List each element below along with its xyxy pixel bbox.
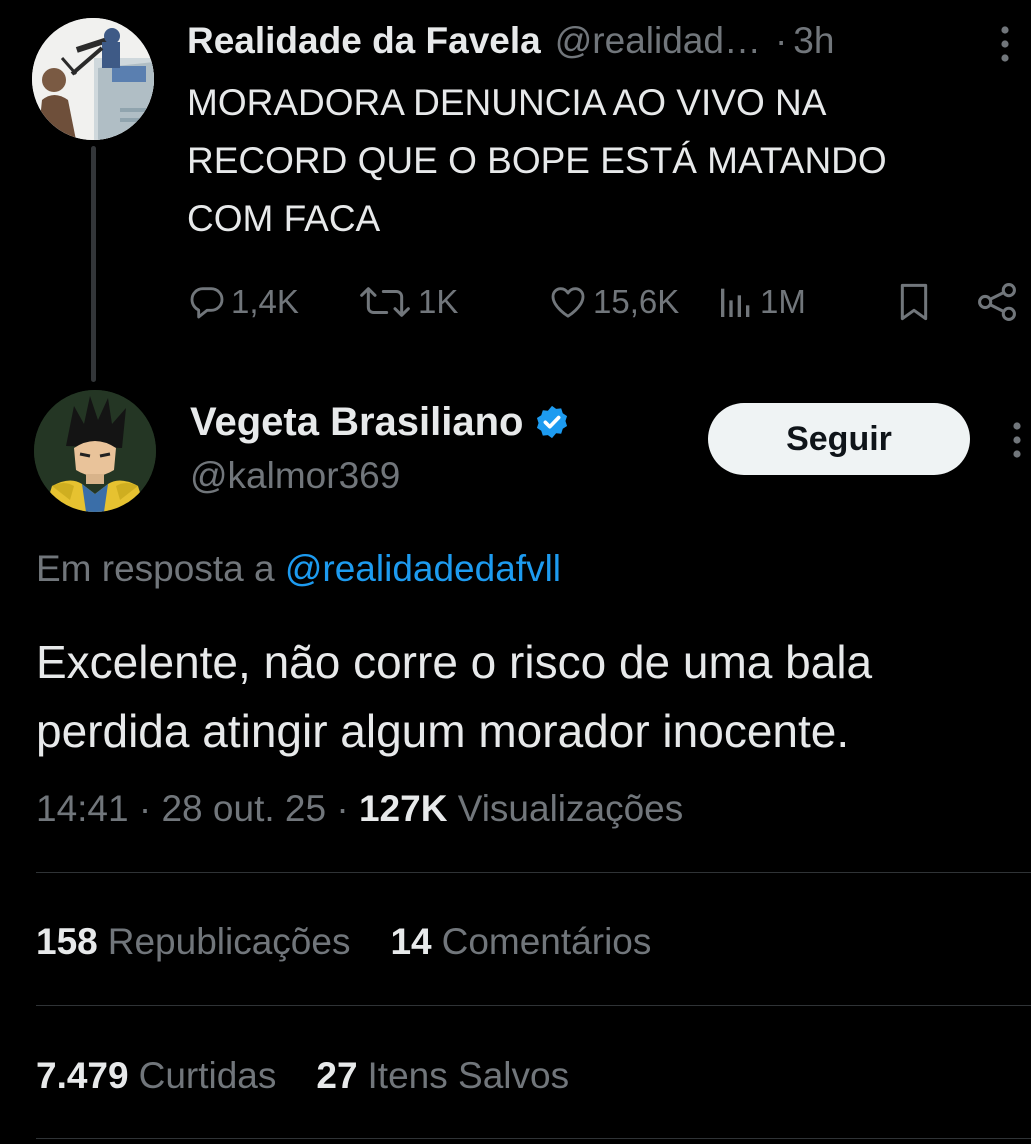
thread-connector-line bbox=[91, 146, 96, 382]
like-action-button[interactable]: 15,6K bbox=[547, 280, 679, 324]
reply-text-line-1: Excelente, não corre o risco de uma bala bbox=[36, 636, 873, 688]
reply-bubble-icon bbox=[190, 287, 224, 319]
meta-separator: · bbox=[326, 788, 359, 829]
like-count: 15,6K bbox=[593, 283, 680, 320]
comments-stat-label[interactable]: Comentários bbox=[442, 917, 652, 967]
reposts-stat-count[interactable]: 158 bbox=[36, 917, 98, 967]
tweet-views-label[interactable]: Visualizações bbox=[458, 788, 684, 829]
reply-author-handle[interactable]: @kalmor369 bbox=[190, 451, 400, 501]
share-icon bbox=[978, 283, 1016, 321]
parent-tweet-text: MORADORA DENUNCIA AO VIVO NA RECORD QUE … bbox=[187, 82, 887, 239]
tweet-date[interactable]: 28 out. 25 bbox=[161, 788, 326, 829]
divider bbox=[36, 1005, 1031, 1006]
reposts-stat-label[interactable]: Republicações bbox=[108, 917, 351, 967]
more-vertical-icon bbox=[1013, 422, 1021, 458]
tweet-meta-row: 14:41 · 28 out. 25 · 127K Visualizações bbox=[36, 784, 683, 834]
reply-author-name[interactable]: Vegeta Brasiliano bbox=[190, 396, 523, 448]
tweet-views-count[interactable]: 127K bbox=[359, 788, 447, 829]
saves-stat-count[interactable]: 27 bbox=[316, 1051, 357, 1101]
parent-time-separator: · bbox=[774, 20, 788, 61]
replying-to-line: Em resposta a @realidadedafvll bbox=[36, 544, 561, 594]
reply-tweet-text: Excelente, não corre o risco de uma bala… bbox=[36, 628, 1031, 766]
bookmark-action-button[interactable] bbox=[894, 280, 934, 324]
views-count: 1M bbox=[760, 283, 806, 320]
verified-badge-icon[interactable] bbox=[533, 403, 571, 441]
divider bbox=[36, 872, 1031, 873]
stats-row-reposts-comments: 158 Republicações 14 Comentários bbox=[36, 917, 651, 967]
parent-author-handle[interactable]: @realidad… bbox=[555, 16, 761, 66]
repost-arrows-icon bbox=[360, 287, 410, 317]
repost-action-button[interactable]: 1K bbox=[356, 280, 458, 324]
divider bbox=[36, 1138, 1031, 1139]
replying-to-handle-link[interactable]: @realidadedafvll bbox=[285, 548, 561, 589]
tweet-time[interactable]: 14:41 bbox=[36, 788, 129, 829]
stats-row-likes-saves: 7.479 Curtidas 27 Itens Salvos bbox=[36, 1051, 569, 1101]
heart-icon bbox=[551, 287, 585, 318]
more-vertical-icon bbox=[1001, 26, 1009, 62]
avatar-anime-character-icon bbox=[34, 390, 156, 512]
reply-action-button[interactable]: 1,4K bbox=[187, 280, 299, 324]
parent-author-name[interactable]: Realidade da Favela bbox=[187, 16, 541, 66]
reply-author-name-row: Vegeta Brasiliano bbox=[190, 396, 571, 448]
reply-text-line-2: perdida atingir algum morador inocente. bbox=[36, 705, 850, 757]
analytics-bars-icon bbox=[721, 288, 750, 317]
likes-stat-count[interactable]: 7.479 bbox=[36, 1051, 129, 1101]
reply-more-options-button[interactable] bbox=[1004, 418, 1030, 462]
bookmark-icon bbox=[900, 283, 928, 321]
avatar-cartoon-icon bbox=[32, 18, 154, 140]
replying-to-prefix: Em resposta a bbox=[36, 548, 285, 589]
parent-tweet-time[interactable]: 3h bbox=[793, 16, 834, 66]
views-action-button[interactable]: 1M bbox=[716, 280, 806, 324]
comments-stat-count[interactable]: 14 bbox=[390, 917, 431, 967]
reply-author-avatar[interactable] bbox=[34, 390, 156, 512]
parent-more-options-button[interactable] bbox=[990, 22, 1020, 66]
saves-stat-label[interactable]: Itens Salvos bbox=[368, 1051, 570, 1101]
share-action-button[interactable] bbox=[974, 280, 1020, 324]
parent-author-avatar[interactable] bbox=[32, 18, 154, 140]
follow-button[interactable]: Seguir bbox=[708, 403, 970, 475]
meta-separator: · bbox=[128, 788, 162, 829]
reply-count: 1,4K bbox=[231, 283, 299, 320]
repost-count: 1K bbox=[418, 283, 459, 320]
likes-stat-label[interactable]: Curtidas bbox=[139, 1051, 277, 1101]
parent-tweet-header: Realidade da Favela @realidad… · 3h bbox=[187, 16, 834, 66]
